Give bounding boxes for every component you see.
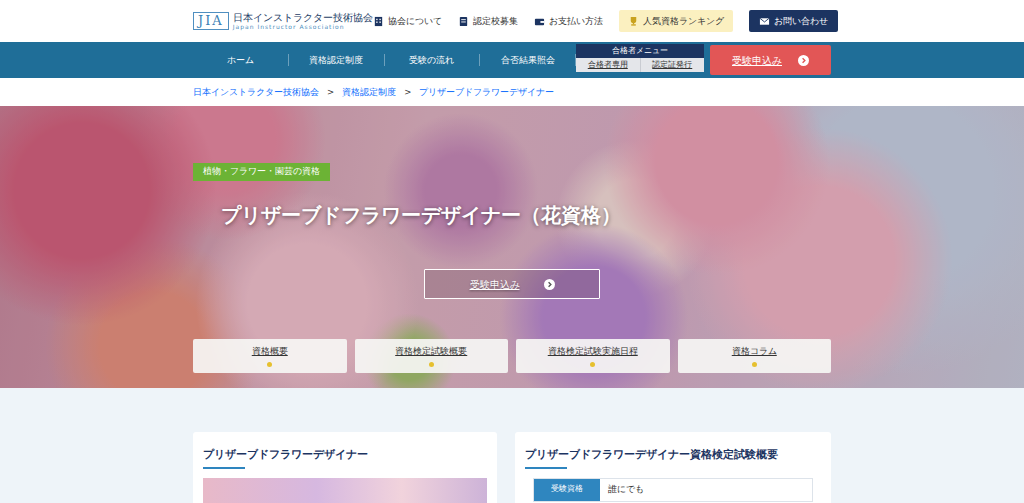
breadcrumb-item[interactable]: 日本インストラクター技術協会: [193, 86, 319, 99]
tab-label: 資格コラム: [732, 345, 777, 358]
payment-link[interactable]: お支払い方法: [534, 10, 603, 32]
site-logo[interactable]: JIA 日本インストラクター技術協会Japan Instructor Associ…: [193, 12, 373, 31]
apply-button[interactable]: 受験申込み: [710, 45, 831, 75]
exam-card: プリザーブドフラワーデザイナー資格検定試験概要受験資格誰にでも: [515, 432, 831, 503]
page-title: プリザーブドフラワーデザイナー（花資格）: [221, 203, 831, 227]
hero-tab[interactable]: 資格検定試験概要: [355, 339, 509, 373]
row-value: 誰にでも: [600, 479, 652, 501]
tab-label: 資格概要: [252, 345, 288, 358]
apply-label: 受験申込み: [470, 277, 520, 292]
trophy-icon: [628, 16, 639, 27]
header-links: 協会について 認定校募集 お支払い方法 人気資格ランキング お問い合わせ: [373, 10, 838, 32]
exam-table: 受験資格誰にでも: [533, 478, 813, 502]
breadcrumb-item: プリザーブドフラワーデザイナー: [419, 86, 554, 99]
tab-label: 資格検定試験実施日程: [548, 345, 638, 358]
breadcrumb-separator: >: [404, 86, 411, 99]
contact-link[interactable]: お問い合わせ: [749, 10, 838, 32]
content-area: プリザーブドフラワーデザイナー プリザーブドフラワーデザイナー資格検定試験概要受験…: [0, 388, 1024, 503]
hero-tab[interactable]: 資格検定試験実施日程: [516, 339, 670, 373]
member-menu-button[interactable]: 合格者専用: [576, 58, 641, 72]
breadcrumb-bar: 日本インストラクター技術協会 > 資格認定制度 > プリザーブドフラワーデザイナー: [0, 78, 1024, 106]
recruit-link[interactable]: 認定校募集: [458, 10, 518, 32]
member-menu: 合格者メニュー合格者専用認定証発行: [576, 42, 704, 78]
ranking-link[interactable]: 人気資格ランキング: [619, 10, 733, 32]
title-underline: [525, 467, 567, 469]
member-menu-button[interactable]: 認定証発行: [641, 58, 705, 72]
hero-tab[interactable]: 資格コラム: [678, 339, 832, 373]
tab-dot: [267, 362, 272, 367]
hero-tabs: 資格概要 資格検定試験概要 資格検定試験実施日程 資格コラム: [193, 339, 831, 373]
tab-label: 資格検定試験概要: [395, 345, 467, 358]
nav-item[interactable]: 受験の流れ: [385, 54, 481, 67]
intro-card: プリザーブドフラワーデザイナー: [193, 432, 497, 503]
apply-label: 受験申込み: [732, 53, 782, 68]
member-menu-title: 合格者メニュー: [576, 44, 704, 58]
tab-dot: [429, 362, 434, 367]
link-label: 人気資格ランキング: [643, 15, 724, 28]
intro-title: プリザーブドフラワーデザイナー: [203, 448, 487, 461]
hero-apply-button[interactable]: 受験申込み: [424, 269, 600, 299]
arrow-circle-icon: [544, 279, 555, 290]
link-label: お支払い方法: [549, 15, 603, 28]
logo-mark: JIA: [193, 12, 229, 30]
hero-banner: 植物・フラワー・園芸の資格プリザーブドフラワーデザイナー（花資格） 受験申込み資格…: [0, 106, 1024, 388]
wallet-icon: [534, 16, 545, 27]
arrow-circle-icon: [798, 55, 809, 66]
mail-icon: [759, 16, 770, 27]
title-underline: [203, 467, 245, 469]
nav-item[interactable]: 合否結果照会: [480, 54, 576, 67]
exam-row: 受験資格誰にでも: [534, 479, 812, 501]
exam-title: プリザーブドフラワーデザイナー資格検定試験概要: [525, 448, 821, 461]
breadcrumb-item[interactable]: 資格認定制度: [342, 86, 396, 99]
category-badge: 植物・フラワー・園芸の資格: [193, 163, 330, 181]
site-header: JIA 日本インストラクター技術協会Japan Instructor Associ…: [0, 0, 1024, 42]
hero-tab[interactable]: 資格概要: [193, 339, 347, 373]
about-link[interactable]: 協会について: [373, 10, 442, 32]
flower-photo: [203, 478, 487, 503]
building-icon: [373, 16, 384, 27]
row-label: 受験資格: [534, 479, 600, 501]
document-icon: [458, 16, 469, 27]
tab-dot: [590, 362, 595, 367]
link-label: お問い合わせ: [774, 15, 828, 28]
breadcrumb-separator: >: [327, 86, 334, 99]
link-label: 協会について: [388, 15, 442, 28]
logo-name: 日本インストラクター技術協会: [233, 12, 373, 23]
link-label: 認定校募集: [473, 15, 518, 28]
hero-photo: [0, 106, 1024, 388]
tab-dot: [752, 362, 757, 367]
nav-item[interactable]: 資格認定制度: [289, 54, 385, 67]
main-nav: ホーム資格認定制度受験の流れ合否結果照会合格者メニュー合格者専用認定証発行 受験申…: [0, 42, 1024, 78]
logo-name-en: Japan Instructor Association: [233, 23, 373, 31]
nav-item[interactable]: ホーム: [193, 54, 289, 67]
